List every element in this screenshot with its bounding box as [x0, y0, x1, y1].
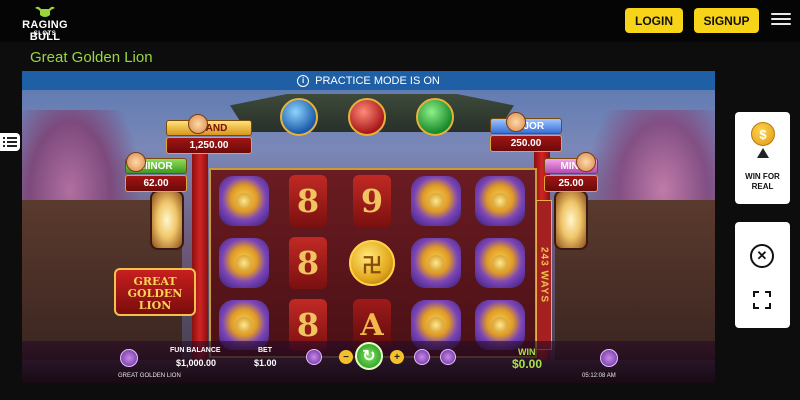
settings-menu-button[interactable] — [120, 349, 138, 367]
lantern-left-icon — [150, 190, 184, 250]
jackpot-major-label: MAJOR — [490, 118, 562, 134]
win-for-real-line1: WIN FOR — [745, 172, 780, 181]
login-button[interactable]: LOGIN — [625, 8, 683, 33]
reel-cell — [215, 234, 273, 292]
balance-label: FUN BALANCE — [170, 347, 221, 354]
grand-character-icon — [188, 114, 208, 134]
reel-cell: 卍 — [343, 234, 401, 292]
site-header: RAGING BULL SLOTS LOGIN SIGNUP — [0, 0, 800, 43]
expand-icon[interactable] — [752, 290, 772, 310]
reel-cell — [407, 172, 465, 230]
eight-symbol: 8 — [289, 175, 327, 227]
jackpot-grand-label: GRAND — [166, 120, 252, 136]
game-controls: FUN BALANCE $1,000.00 BET $1.00 − ↻ + WI… — [22, 341, 715, 383]
footer-time: 05:12:08 AM — [582, 373, 616, 379]
reel-cell — [215, 172, 273, 230]
mini-character-icon — [576, 152, 596, 172]
jackpot-major-value: 250.00 — [490, 135, 562, 152]
lion-symbol-icon — [475, 176, 525, 226]
coin-icon: $ — [751, 122, 775, 146]
raging-bull-logo[interactable]: RAGING BULL SLOTS — [6, 5, 84, 43]
gold-coin-symbol-icon: 卍 — [349, 240, 395, 286]
win-for-real-text: WIN FOR REAL — [735, 172, 790, 192]
reel-grid: 898卍8A — [209, 168, 537, 358]
red-pillar-left — [192, 150, 208, 360]
lion-symbol-icon — [411, 238, 461, 288]
red-orb-icon — [348, 98, 386, 136]
nine-symbol: 9 — [353, 175, 391, 227]
lion-symbol-icon — [219, 238, 269, 288]
win-value: $0.00 — [512, 357, 543, 371]
jackpot-minor-value: 62.00 — [125, 175, 187, 192]
signup-button[interactable]: SIGNUP — [694, 8, 759, 33]
jackpot-mini-value: 25.00 — [544, 175, 598, 192]
logo-subtext: SLOTS — [33, 31, 57, 37]
jackpot-major: MAJOR 250.00 — [490, 118, 562, 152]
lion-symbol-icon — [219, 176, 269, 226]
game-window-controls: ✕ — [735, 222, 790, 328]
win-for-real-line2: REAL — [751, 182, 774, 191]
side-menu-tab[interactable] — [0, 133, 20, 151]
bet-label: BET — [258, 347, 272, 354]
win-for-real-card[interactable]: $ WIN FOR REAL — [735, 112, 790, 204]
game-logo: GREAT GOLDEN LION — [114, 268, 196, 316]
turbo-button[interactable] — [414, 349, 430, 365]
reel-cell: 9 — [343, 172, 401, 230]
bet-value: $1.00 — [254, 358, 277, 368]
reel-cell — [471, 234, 529, 292]
page-root: RAGING BULL SLOTS LOGIN SIGNUP Great Gol… — [0, 0, 800, 400]
balance-value: $1,000.00 — [176, 358, 217, 368]
green-orb-icon — [416, 98, 454, 136]
practice-mode-text: PRACTICE MODE IS ON — [315, 74, 440, 87]
game-frame[interactable]: i PRACTICE MODE IS ON GRAND 1,250.00 MAJ… — [22, 71, 715, 383]
game-title: Great Golden Lion — [30, 49, 153, 66]
lion-symbol-icon — [411, 176, 461, 226]
eight-symbol: 8 — [289, 237, 327, 289]
spin-button[interactable]: ↻ — [355, 342, 383, 370]
reel-cell — [407, 234, 465, 292]
sound-button[interactable] — [440, 349, 456, 365]
major-character-icon — [506, 112, 526, 132]
jackpot-grand-value: 1,250.00 — [166, 137, 252, 154]
autoplay-button[interactable] — [306, 349, 322, 365]
arrow-up-icon — [757, 148, 769, 158]
blue-orb-icon — [280, 98, 318, 136]
info-icon: i — [297, 74, 310, 87]
lion-symbol-icon — [475, 238, 525, 288]
lantern-right-icon — [554, 190, 588, 250]
reel-cell: 8 — [279, 234, 337, 292]
jackpot-grand: GRAND 1,250.00 — [166, 120, 252, 154]
bull-head-icon — [35, 6, 55, 17]
game-scene: GRAND 1,250.00 MAJOR 250.00 MINOR 62.00 … — [22, 90, 715, 360]
close-icon[interactable]: ✕ — [750, 244, 774, 268]
win-label: WIN — [518, 347, 536, 357]
practice-mode-banner: i PRACTICE MODE IS ON — [22, 71, 715, 90]
minor-character-icon — [126, 152, 146, 172]
list-menu-icon — [3, 137, 17, 147]
reel-cell: 8 — [279, 172, 337, 230]
reel-cell — [471, 172, 529, 230]
paytable-button[interactable] — [600, 349, 618, 367]
bet-increase-button[interactable]: + — [390, 350, 404, 364]
bet-decrease-button[interactable]: − — [339, 350, 353, 364]
ways-banner: 243 WAYS — [536, 200, 552, 350]
hamburger-menu-icon[interactable] — [770, 10, 792, 30]
footer-game-name: GREAT GOLDEN LION — [118, 373, 181, 379]
